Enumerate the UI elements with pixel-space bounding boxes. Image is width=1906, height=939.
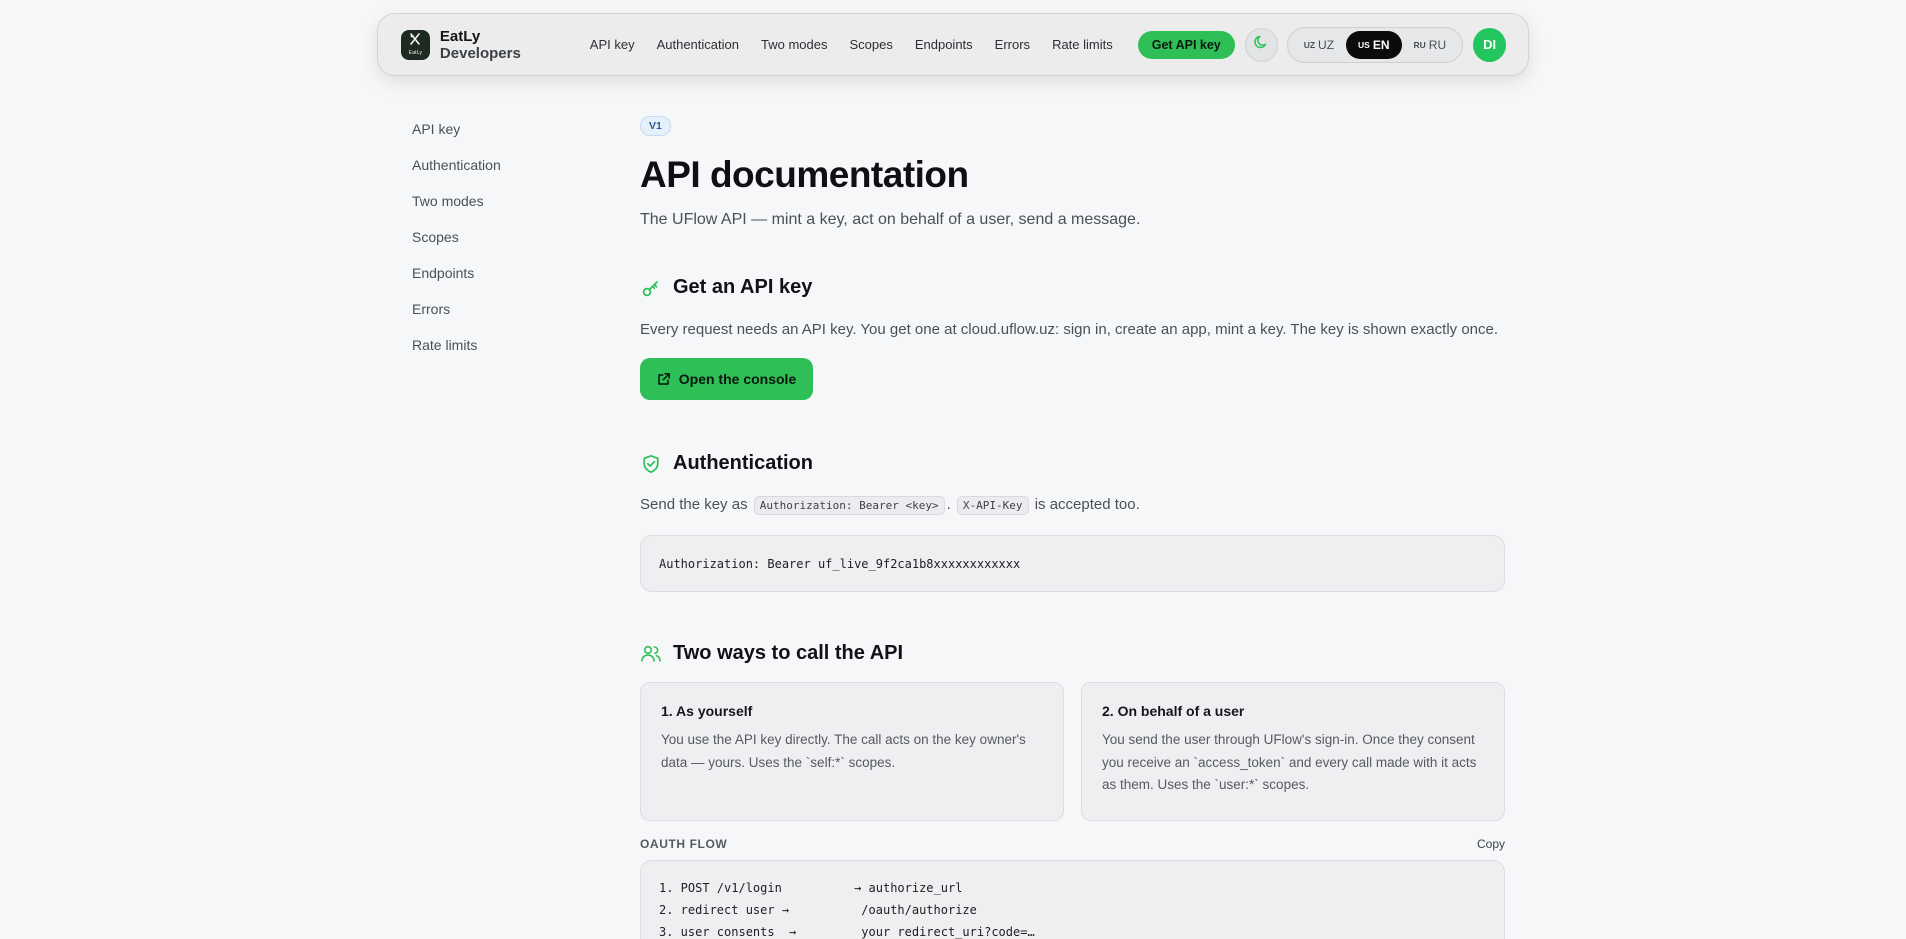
flow-line: 2. redirect user → /oauth/authorize (659, 903, 977, 917)
auth-text-middle: . (946, 496, 951, 513)
sidebar-item-endpoints[interactable]: Endpoints (412, 263, 501, 299)
brand-logo-text: EatLy (408, 50, 423, 56)
top-navbar: EatLy EatLy Developers API key Authentic… (377, 13, 1529, 76)
sidebar-item-two-modes[interactable]: Two modes (412, 191, 501, 227)
nav-link-api-key[interactable]: API key (590, 37, 635, 52)
auth-description: Send the key as Authorization: Bearer <k… (640, 496, 1140, 515)
mode-card-on-behalf: 2. On behalf of a user You send the user… (1081, 682, 1505, 821)
brand[interactable]: EatLy EatLy Developers (401, 28, 561, 62)
utensils-icon (408, 33, 422, 49)
lang-label: EN (1372, 37, 1390, 52)
users-icon (640, 643, 662, 665)
sidebar-item-scopes[interactable]: Scopes (412, 227, 501, 263)
lang-option-ru[interactable]: RU RU (1402, 31, 1459, 59)
mode-card-title: 2. On behalf of a user (1102, 703, 1245, 719)
auth-header-code: Authorization: Bearer <key> (753, 496, 945, 515)
brand-name: EatLy Developers (440, 28, 561, 62)
moon-icon (1253, 34, 1269, 55)
sidebar-item-rate-limits[interactable]: Rate limits (412, 335, 501, 371)
nav-link-errors[interactable]: Errors (995, 37, 1030, 52)
docs-sidebar: API key Authentication Two modes Scopes … (412, 119, 501, 371)
shield-check-icon (640, 453, 662, 475)
auth-text-after: is accepted too. (1034, 496, 1140, 513)
oauth-flow-code-block: 1. POST /v1/login → authorize_url 2. red… (640, 860, 1505, 939)
brand-logo: EatLy (401, 29, 430, 60)
lang-label: RU (1428, 37, 1447, 52)
copy-button[interactable]: Copy (1477, 837, 1505, 851)
auth-code-block: Authorization: Bearer uf_live_9f2ca1b8xx… (640, 535, 1505, 592)
modes-heading: Two ways to call the API (673, 642, 904, 664)
mode-card-text: You send the user through UFlow's sign-i… (1102, 732, 1477, 792)
auth-section-heading: Authentication (640, 452, 813, 475)
oauth-flow-label: OAUTH FLOW (640, 837, 728, 851)
lang-option-en[interactable]: US EN (1346, 30, 1402, 59)
docs-main-content: V1 API documentation The UFlow API — min… (640, 116, 1506, 939)
flow-line: 3. user consents → your redirect_uri?cod… (659, 925, 1035, 939)
key-icon (640, 277, 662, 299)
lang-option-uz[interactable]: UZ UZ (1292, 31, 1346, 59)
lang-code: UZ (1303, 39, 1316, 50)
nav-links: API key Authentication Two modes Scopes … (590, 37, 1113, 52)
x-api-key-code: X-API-Key (956, 496, 1029, 515)
mode-card-text: You use the API key directly. The call a… (661, 732, 1026, 770)
theme-toggle-button[interactable] (1244, 27, 1278, 62)
lang-label: UZ (1318, 37, 1335, 52)
auth-code-line: Authorization: Bearer uf_live_9f2ca1b8xx… (659, 556, 1021, 571)
lang-code: US (1358, 39, 1370, 50)
version-badge: V1 (640, 116, 671, 136)
sidebar-item-errors[interactable]: Errors (412, 299, 501, 335)
nav-link-two-modes[interactable]: Two modes (761, 37, 827, 52)
auth-text-before: Send the key as (640, 496, 748, 513)
flow-line: 1. POST /v1/login → authorize_url (659, 881, 963, 895)
nav-link-scopes[interactable]: Scopes (849, 37, 892, 52)
mode-card-self: 1. As yourself You use the API key direc… (640, 682, 1064, 821)
nav-link-authentication[interactable]: Authentication (657, 37, 739, 52)
mode-card-title: 1. As yourself (661, 703, 753, 719)
lang-code: RU (1413, 39, 1426, 50)
sidebar-item-api-key[interactable]: API key (412, 119, 501, 155)
sidebar-item-authentication[interactable]: Authentication (412, 155, 501, 191)
nav-link-rate-limits[interactable]: Rate limits (1052, 37, 1113, 52)
api-key-section-heading: Get an API key (640, 276, 812, 299)
brand-title: EatLy (439, 27, 481, 45)
nav-link-endpoints[interactable]: Endpoints (915, 37, 973, 52)
auth-heading: Authentication (673, 452, 813, 474)
page-title: API documentation (640, 154, 969, 195)
brand-suffix: Developers (439, 44, 521, 62)
open-console-button[interactable]: Open the console (640, 358, 813, 400)
api-key-description: Every request needs an API key. You get … (640, 321, 1499, 338)
language-switcher: UZ UZ US EN RU RU (1286, 26, 1464, 63)
user-avatar[interactable]: DI (1473, 27, 1506, 62)
modes-section-heading: Two ways to call the API (640, 642, 903, 665)
api-key-heading: Get an API key (673, 276, 813, 298)
external-link-icon (657, 372, 671, 386)
open-console-label: Open the console (678, 371, 797, 387)
page-subtitle: The UFlow API — mint a key, act on behal… (640, 211, 1141, 228)
get-api-key-button[interactable]: Get API key (1137, 30, 1235, 59)
